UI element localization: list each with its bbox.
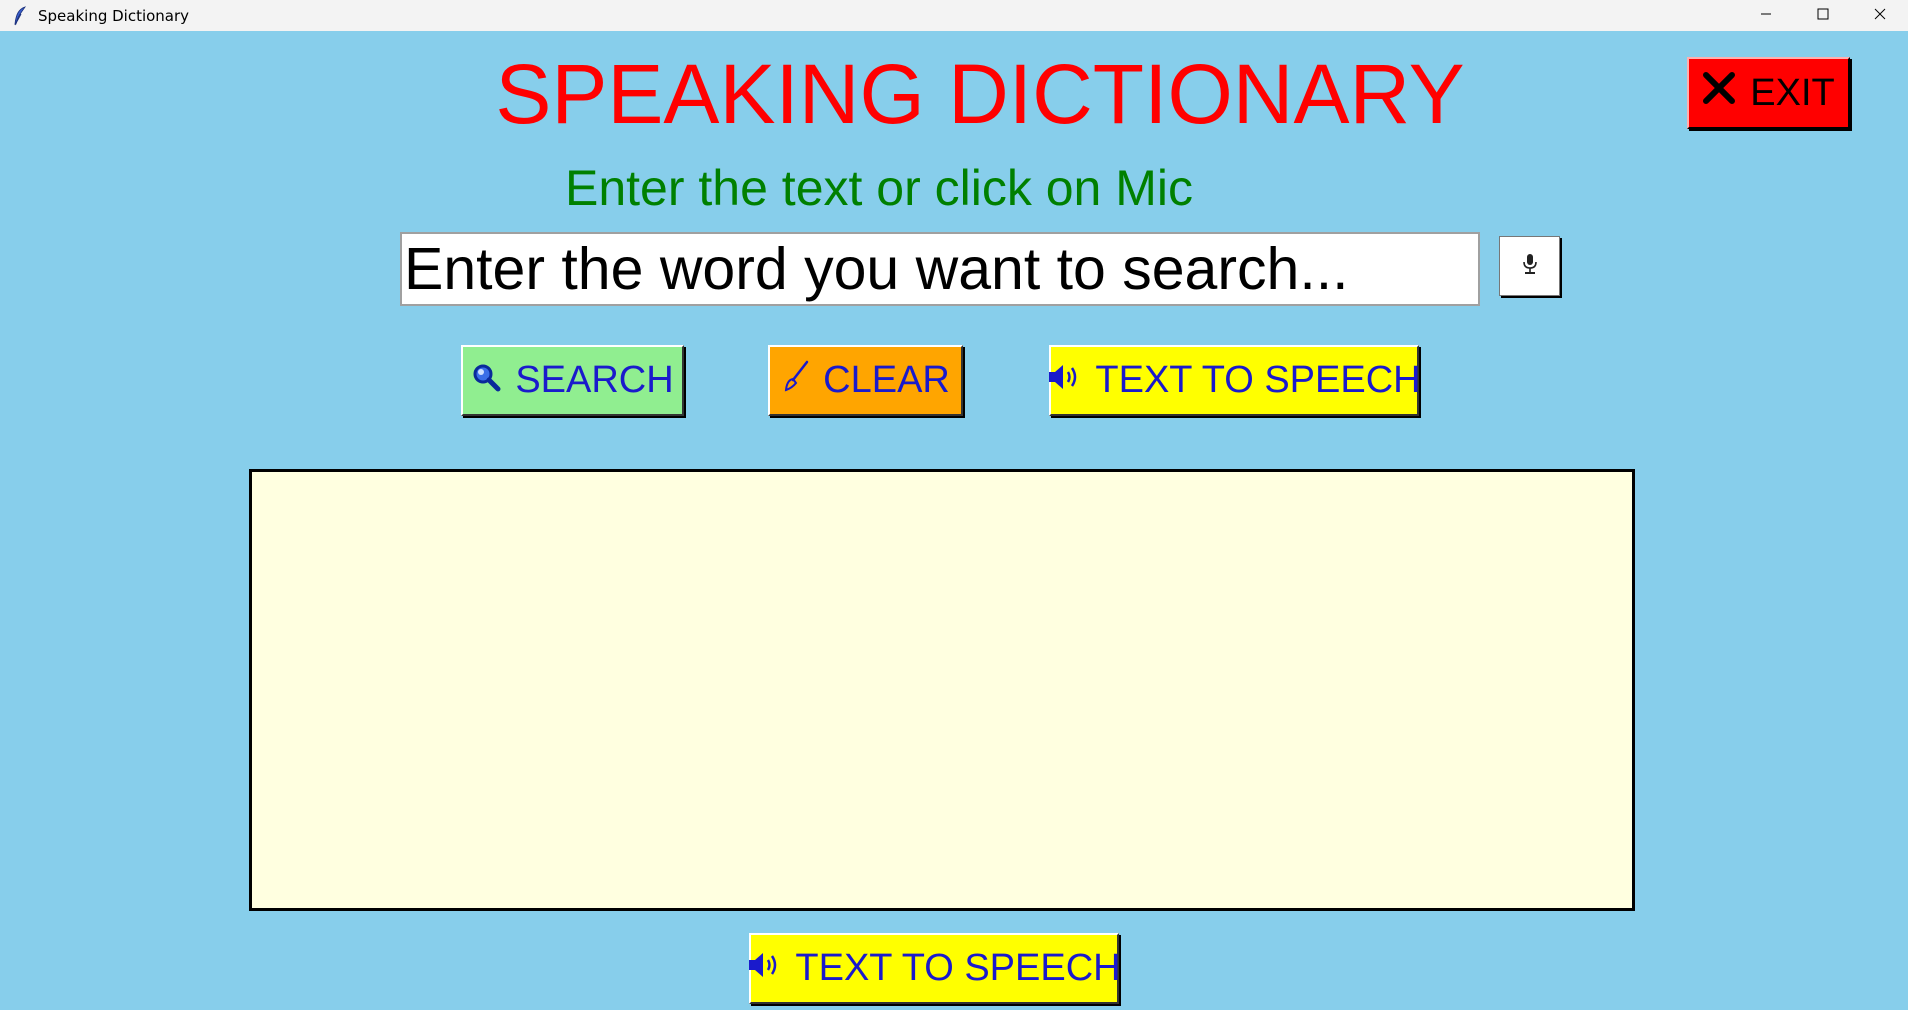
window-titlebar: Speaking Dictionary bbox=[0, 0, 1908, 31]
maximize-icon bbox=[1817, 7, 1829, 25]
maximize-button[interactable] bbox=[1794, 0, 1851, 31]
search-label: SEARCH bbox=[515, 359, 674, 401]
result-text-area[interactable] bbox=[249, 469, 1635, 911]
exit-label: EXIT bbox=[1750, 71, 1835, 114]
clear-button[interactable]: CLEAR bbox=[768, 345, 963, 416]
search-prompt: Enter the text or click on Mic bbox=[565, 160, 1194, 216]
result-text-to-speech-button[interactable]: TEXT TO SPEECH bbox=[747, 933, 1121, 1004]
window-title: Speaking Dictionary bbox=[38, 6, 190, 25]
feather-icon bbox=[10, 5, 30, 26]
close-icon bbox=[1874, 7, 1886, 25]
minimize-button[interactable] bbox=[1737, 0, 1794, 31]
microphone-icon bbox=[1521, 253, 1539, 280]
minimize-icon bbox=[1760, 7, 1772, 25]
clear-label: CLEAR bbox=[823, 359, 950, 401]
window-controls bbox=[1737, 0, 1908, 31]
result-text-to-speech-label: TEXT TO SPEECH bbox=[795, 947, 1121, 989]
search-input[interactable] bbox=[400, 232, 1480, 306]
close-window-button[interactable] bbox=[1851, 0, 1908, 31]
text-to-speech-button[interactable]: TEXT TO SPEECH bbox=[1047, 345, 1421, 416]
brush-icon bbox=[781, 359, 809, 402]
x-icon bbox=[1702, 71, 1736, 115]
exit-button[interactable]: EXIT bbox=[1687, 57, 1850, 129]
mic-button[interactable] bbox=[1499, 236, 1560, 296]
search-button[interactable]: SEARCH bbox=[461, 345, 684, 416]
speaker-icon bbox=[747, 947, 781, 990]
speaker-icon bbox=[1047, 359, 1081, 402]
magnifier-icon bbox=[471, 359, 501, 402]
text-to-speech-label: TEXT TO SPEECH bbox=[1095, 359, 1421, 401]
page-title: SPEAKING DICTIONARY bbox=[495, 47, 1465, 141]
